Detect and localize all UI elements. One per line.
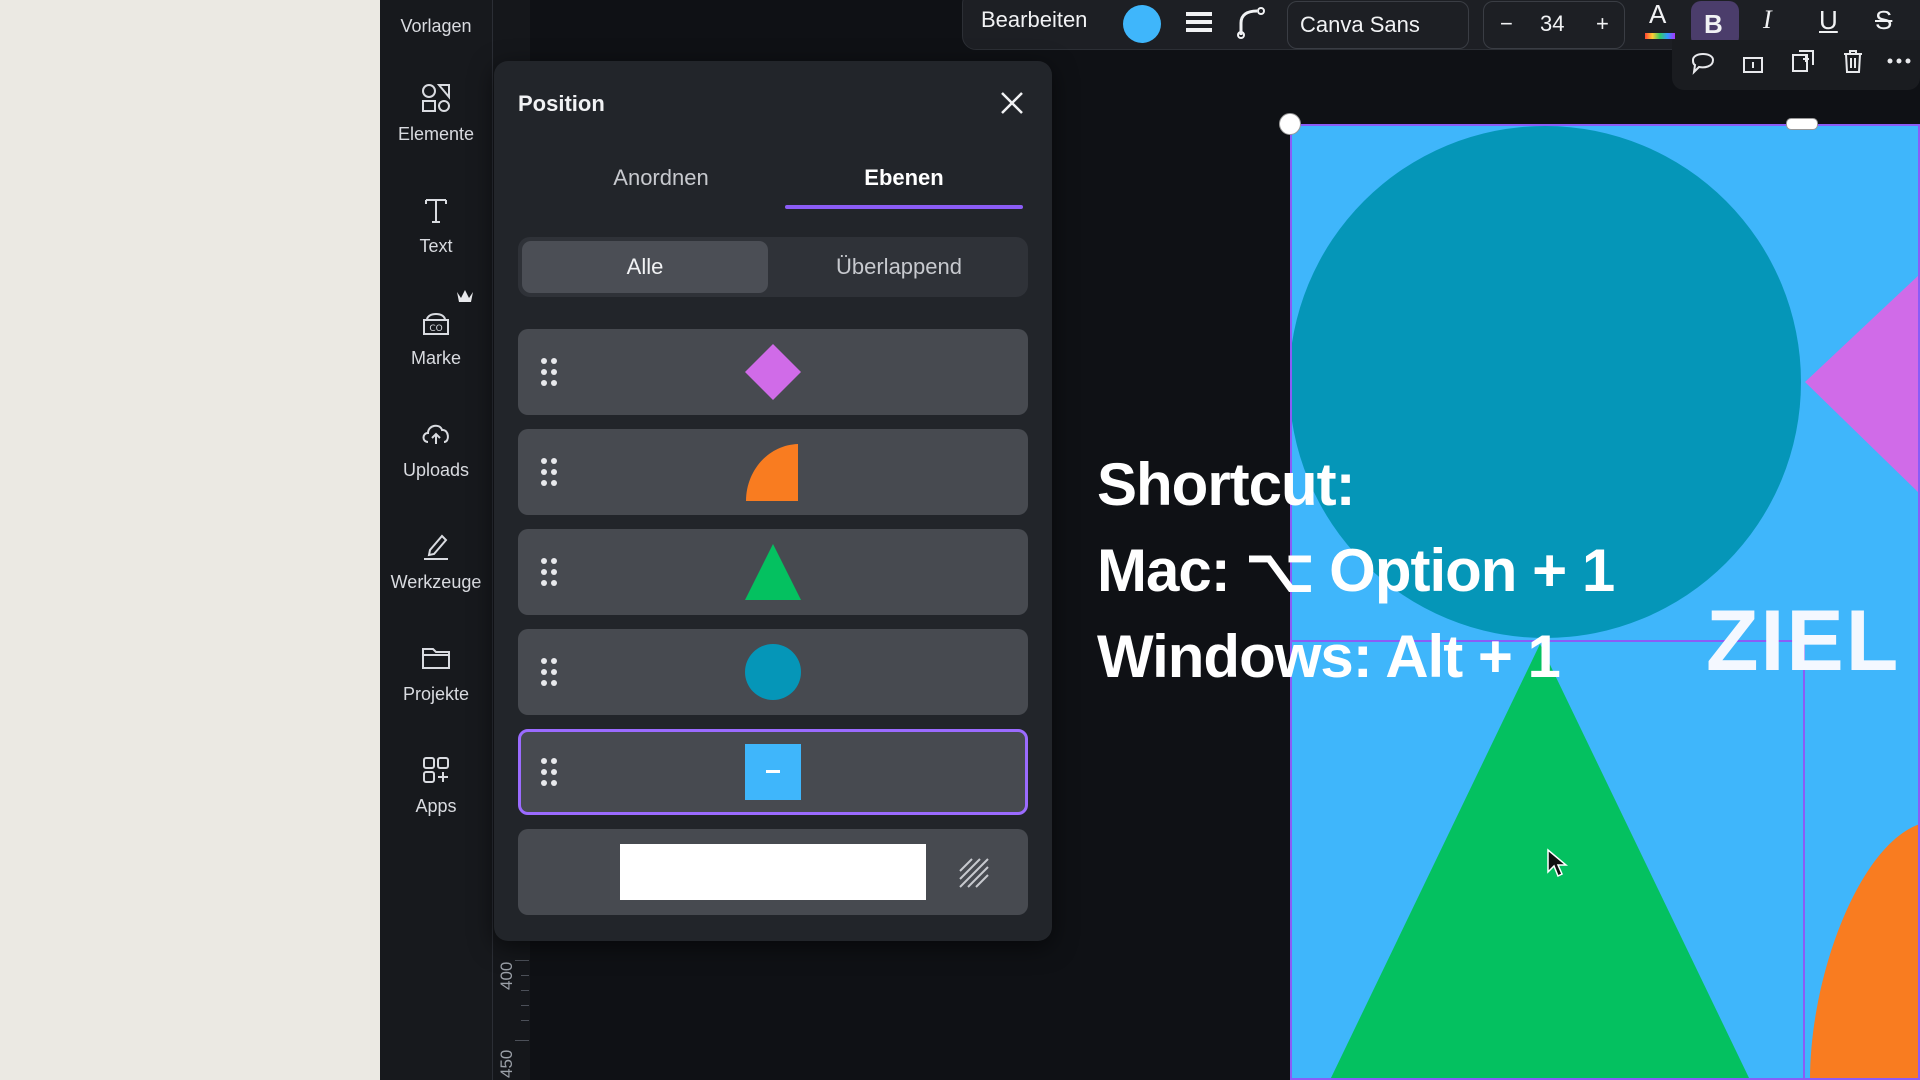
segment-ueberlappend[interactable]: Überlappend (776, 241, 1022, 293)
bold-icon: B (1704, 9, 1723, 39)
sidebar-item-text[interactable]: Text (380, 192, 492, 257)
ruler-tick (521, 990, 529, 991)
underline-button[interactable]: U (1819, 5, 1838, 36)
layer-filter-segmented-control: Alle Überlappend (518, 237, 1028, 297)
sidebar-item-label: Werkzeuge (390, 572, 482, 592)
text-color-icon: A (1649, 0, 1667, 29)
sidebar-item-label: Projekte (402, 684, 470, 704)
delete-icon[interactable] (1838, 46, 1868, 76)
font-size-decrease-button[interactable]: − (1500, 11, 1513, 37)
comment-icon[interactable] (1688, 46, 1718, 76)
font-size-input[interactable]: 34 (1540, 11, 1564, 37)
font-size-increase-button[interactable]: + (1596, 11, 1609, 37)
elements-icon (422, 84, 450, 112)
curve-text-icon[interactable] (1235, 5, 1269, 39)
layer-thumbnail-quarter-circle (746, 444, 798, 501)
shortcut-mac: Mac: ⌥ Option + 1 (1097, 537, 1615, 604)
ruler-tick (521, 1020, 529, 1021)
layer-thumbnail-triangle (745, 544, 801, 600)
layer-row-quarter-circle[interactable] (518, 429, 1028, 515)
sidebar-item-label: Vorlagen (400, 16, 472, 36)
sidebar-item-label: Elemente (397, 124, 475, 144)
design-diamond[interactable] (1805, 274, 1920, 494)
pen-tool-icon (424, 534, 448, 560)
layer-row-circle[interactable] (518, 629, 1028, 715)
edit-button[interactable]: Bearbeiten (981, 7, 1087, 33)
ruler-tick (515, 1040, 529, 1041)
font-size-stepper: − 34 + (1483, 1, 1625, 49)
alignment-icon[interactable] (1183, 7, 1215, 39)
apps-grid-icon (423, 757, 449, 783)
rotate-handle[interactable] (1279, 113, 1301, 135)
shortcut-title: Shortcut: (1097, 451, 1356, 518)
text-color-button[interactable]: A (1643, 0, 1677, 41)
mouse-cursor-icon (1547, 848, 1568, 878)
italic-button[interactable]: I (1763, 5, 1772, 35)
folder-icon (422, 648, 450, 669)
design-triangle[interactable] (1330, 644, 1750, 1080)
position-panel: Position Anordnen Ebenen Alle Überlappen… (494, 61, 1052, 941)
sidebar-item-label: Uploads (402, 460, 470, 480)
design-orange-shape[interactable] (1810, 824, 1920, 1080)
font-family-value: Canva Sans (1300, 12, 1420, 37)
text-icon (425, 199, 447, 223)
layer-thumbnail-square (745, 744, 801, 800)
tab-anordnen[interactable]: Anordnen (541, 165, 781, 191)
sidebar-item-werkzeuge[interactable]: Werkzeuge (380, 528, 492, 593)
ruler-label: 400 (497, 961, 516, 990)
sidebar-item-elemente[interactable]: Elemente (380, 80, 492, 145)
tab-ebenen[interactable]: Ebenen (784, 165, 1024, 191)
layer-thumbnail-diamond (745, 344, 801, 400)
sidebar-item-projekte[interactable]: Projekte (380, 640, 492, 705)
segment-alle[interactable]: Alle (522, 241, 768, 293)
ruler-tick (521, 975, 529, 976)
ruler-tick (521, 1005, 529, 1006)
duplicate-icon[interactable] (1788, 46, 1818, 76)
layer-row-diamond[interactable] (518, 329, 1028, 415)
font-family-dropdown[interactable]: Canva Sans (1287, 1, 1469, 49)
crown-icon (457, 290, 473, 302)
layer-thumbnail-background (620, 844, 926, 900)
element-actions-toolbar (1672, 40, 1920, 90)
sidebar-item-label: Marke (410, 348, 461, 368)
active-tab-indicator (785, 205, 1023, 209)
sidebar-item-label: Apps (415, 796, 457, 816)
sidebar-item-vorlagen[interactable]: Vorlagen (380, 0, 492, 37)
lock-icon[interactable] (1738, 46, 1768, 76)
panel-title: Position (518, 91, 605, 116)
svg-text:CO: CO (429, 324, 442, 334)
ruler-label: 450 (497, 1049, 516, 1078)
resize-handle[interactable] (1786, 118, 1818, 130)
ruler-tick (515, 960, 529, 961)
sidebar-item-label: Text (419, 236, 453, 256)
transparency-pattern-icon (959, 858, 989, 888)
design-label-ziel: ZIEL (1706, 593, 1901, 689)
cloud-upload-icon (422, 424, 449, 444)
sidebar-item-marke[interactable]: CO Marke (380, 290, 492, 369)
layer-row-triangle[interactable] (518, 529, 1028, 615)
page-backdrop (0, 0, 380, 1080)
sidebar-item-uploads[interactable]: Uploads (380, 416, 492, 481)
sidebar-item-apps[interactable]: Apps (380, 752, 492, 817)
layer-row-square-selected[interactable] (518, 729, 1028, 815)
layer-thumbnail-circle (745, 644, 801, 700)
layer-row-background[interactable] (518, 829, 1028, 915)
color-swatch-button[interactable] (1123, 5, 1161, 43)
brand-icon: CO (423, 313, 449, 335)
strikethrough-button[interactable]: S (1875, 5, 1892, 36)
shortcut-windows: Windows: Alt + 1 (1097, 623, 1561, 690)
sidebar: Vorlagen Elemente Text CO Marke Uploads … (380, 0, 492, 1080)
more-options-icon[interactable] (1884, 46, 1914, 76)
close-icon[interactable] (996, 87, 1028, 119)
text-color-bar (1645, 33, 1675, 39)
